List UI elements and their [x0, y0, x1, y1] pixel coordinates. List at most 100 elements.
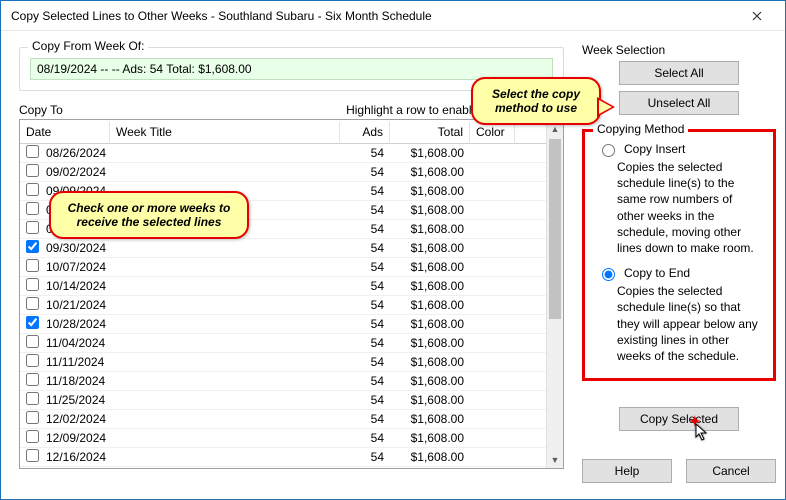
copy-from-label: Copy From Week Of:	[28, 39, 148, 53]
col-week-title[interactable]: Week Title	[110, 122, 340, 142]
close-button[interactable]	[734, 2, 779, 30]
row-date: 10/07/2024	[40, 260, 110, 274]
row-checkbox[interactable]	[26, 145, 39, 158]
row-ads: 54	[340, 279, 390, 293]
row-checkbox[interactable]	[26, 449, 39, 462]
table-row[interactable]: 09/30/202454$1,608.00	[20, 239, 563, 258]
row-total: $1,608.00	[390, 165, 470, 179]
col-total[interactable]: Total	[390, 122, 470, 142]
row-checkbox[interactable]	[26, 221, 39, 234]
row-total: $1,608.00	[390, 184, 470, 198]
window-title: Copy Selected Lines to Other Weeks - Sou…	[11, 9, 734, 23]
row-date: 11/25/2024	[40, 393, 110, 407]
table-row[interactable]: 09/02/2024 54$1,608.00	[20, 163, 563, 182]
table-row[interactable]: 08/26/202454$1,608.00	[20, 144, 563, 163]
table-row[interactable]: 11/18/2024 54$1,608.00	[20, 372, 563, 391]
select-all-button[interactable]: Select All	[619, 61, 739, 85]
unselect-all-button[interactable]: Unselect All	[619, 91, 739, 115]
table-row[interactable]: 11/04/202454$1,608.00	[20, 334, 563, 353]
row-ads: 54	[340, 298, 390, 312]
row-total: $1,608.00	[390, 146, 470, 160]
callout-check-weeks-text: Check one or more weeks to receive the s…	[68, 201, 231, 229]
row-ads: 54	[340, 241, 390, 255]
close-icon	[752, 11, 762, 21]
row-date: 11/11/2024	[40, 355, 110, 369]
table-row[interactable]: 12/16/202454$1,608.00	[20, 448, 563, 467]
row-date: 11/18/2024	[40, 374, 110, 388]
row-ads: 54	[340, 165, 390, 179]
table-row[interactable]: 10/21/2024 54$1,608.00	[20, 296, 563, 315]
table-row[interactable]: 11/11/2024 54$1,608.00	[20, 353, 563, 372]
row-date: 12/09/2024	[40, 431, 110, 445]
row-date: 10/28/2024	[40, 317, 110, 331]
row-date: 10/14/2024	[40, 279, 110, 293]
copying-method-label: Copying Method	[593, 122, 688, 136]
row-ads: 54	[340, 260, 390, 274]
copy-insert-desc: Copies the selected schedule line(s) to …	[617, 159, 761, 256]
copying-method-group: Copying Method Copy Insert Copies the se…	[582, 129, 776, 381]
row-checkbox[interactable]	[26, 278, 39, 291]
row-checkbox[interactable]	[26, 240, 39, 253]
row-total: $1,608.00	[390, 450, 470, 464]
radio-copy-insert[interactable]: Copy Insert	[597, 142, 761, 157]
row-checkbox[interactable]	[26, 202, 39, 215]
row-total: $1,608.00	[390, 317, 470, 331]
row-ads: 54	[340, 222, 390, 236]
row-checkbox[interactable]	[26, 164, 39, 177]
row-date: 10/21/2024	[40, 298, 110, 312]
row-date: 09/02/2024	[40, 165, 110, 179]
row-total: $1,608.00	[390, 298, 470, 312]
callout-check-weeks: Check one or more weeks to receive the s…	[49, 191, 249, 239]
row-checkbox[interactable]	[26, 411, 39, 424]
row-checkbox[interactable]	[26, 430, 39, 443]
radio-copy-to-end-input[interactable]	[602, 268, 615, 281]
table-row[interactable]: 10/07/202454$1,608.00	[20, 258, 563, 277]
table-row[interactable]: 10/14/202454$1,608.00	[20, 277, 563, 296]
row-checkbox[interactable]	[26, 183, 39, 196]
row-checkbox[interactable]	[26, 297, 39, 310]
row-checkbox[interactable]	[26, 354, 39, 367]
copy-to-end-desc: Copies the selected schedule line(s) so …	[617, 283, 761, 364]
row-total: $1,608.00	[390, 355, 470, 369]
callout-select-method: Select the copy method to use	[471, 77, 601, 125]
scroll-thumb[interactable]	[549, 139, 561, 319]
radio-copy-to-end[interactable]: Copy to End	[597, 266, 761, 281]
titlebar: Copy Selected Lines to Other Weeks - Sou…	[1, 1, 785, 31]
row-total: $1,608.00	[390, 222, 470, 236]
row-ads: 54	[340, 393, 390, 407]
dialog-copy-selected-lines: Copy Selected Lines to Other Weeks - Sou…	[0, 0, 786, 500]
col-date[interactable]: Date	[20, 122, 110, 142]
row-ads: 54	[340, 431, 390, 445]
radio-copy-insert-label: Copy Insert	[624, 142, 685, 156]
copy-from-value: 08/19/2024 -- -- Ads: 54 Total: $1,608.0…	[30, 58, 553, 80]
row-date: 11/04/2024	[40, 336, 110, 350]
scroll-down-button[interactable]: ▼	[547, 451, 563, 468]
table-row[interactable]: 10/28/202454$1,608.00	[20, 315, 563, 334]
row-checkbox[interactable]	[26, 392, 39, 405]
vertical-scrollbar[interactable]: ▲ ▼	[546, 120, 563, 468]
help-button[interactable]: Help	[582, 459, 672, 483]
table-row[interactable]: 12/09/2024 54$1,608.00	[20, 429, 563, 448]
row-ads: 54	[340, 374, 390, 388]
row-checkbox[interactable]	[26, 259, 39, 272]
radio-copy-insert-input[interactable]	[602, 144, 615, 157]
col-ads[interactable]: Ads	[340, 122, 390, 142]
row-ads: 54	[340, 355, 390, 369]
row-total: $1,608.00	[390, 431, 470, 445]
row-total: $1,608.00	[390, 241, 470, 255]
copy-selected-button[interactable]: Copy Selected	[619, 407, 739, 431]
row-total: $1,608.00	[390, 374, 470, 388]
row-ads: 54	[340, 184, 390, 198]
row-total: $1,608.00	[390, 203, 470, 217]
table-row[interactable]: 12/02/202454$1,608.00	[20, 410, 563, 429]
row-checkbox[interactable]	[26, 335, 39, 348]
table-row[interactable]: 11/25/202454$1,608.00	[20, 391, 563, 410]
row-checkbox[interactable]	[26, 373, 39, 386]
week-selection-label: Week Selection	[582, 43, 776, 57]
row-total: $1,608.00	[390, 336, 470, 350]
row-checkbox[interactable]	[26, 316, 39, 329]
callout-select-method-text: Select the copy method to use	[492, 87, 580, 115]
copy-to-label: Copy To	[19, 103, 346, 117]
row-ads: 54	[340, 412, 390, 426]
cancel-button[interactable]: Cancel	[686, 459, 776, 483]
